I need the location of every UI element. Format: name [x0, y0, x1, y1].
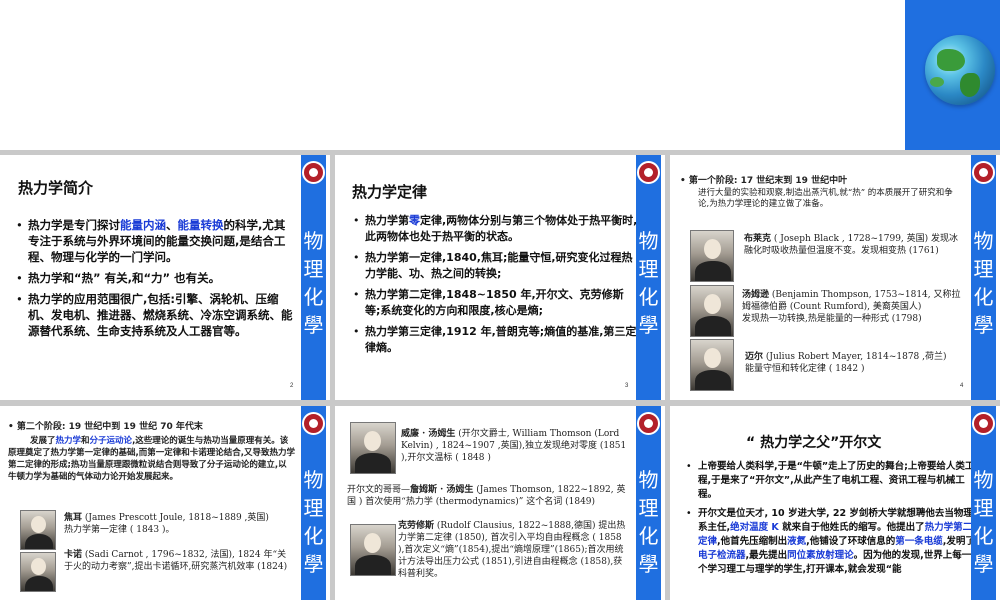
- sidebar-banner: 物理化學: [636, 155, 661, 400]
- bullet-item: 上帝要给人类科学,于是“牛顿”走上了历史的舞台;上帝要给人类工程,于是来了“开尔…: [686, 460, 980, 502]
- portrait-carnot: [20, 552, 56, 592]
- portrait-black: [690, 230, 734, 282]
- sidebar-banner: 物理化學: [971, 155, 996, 400]
- page-number: 2: [290, 383, 294, 389]
- portrait-thompson: [690, 285, 734, 337]
- stage-heading: • 第一个阶段: 17 世纪末到 19 世纪中叶: [680, 176, 848, 186]
- portrait-clausius: [350, 524, 396, 576]
- portrait-joule: [20, 510, 56, 550]
- portrait-mayer: [690, 339, 734, 391]
- top-blank-area: [0, 0, 1000, 150]
- slide-thumbnail-3[interactable]: 热力学定律 热力学第零定律,两物体分别与第三个物体处于热平衡时,此两物体也处于热…: [335, 155, 665, 400]
- sidebar-banner: 物理化學: [636, 406, 661, 600]
- slide-sorter-grid: 热力学简介 热力学是专门探讨能量内涵、能量转换的科学,尤其专注于系统与外界环境间…: [0, 150, 1000, 600]
- slide-title: 热力学定律: [352, 183, 428, 201]
- seal-icon: [637, 412, 660, 435]
- slide-thumbnail-4[interactable]: • 第一个阶段: 17 世纪末到 19 世纪中叶 进行大量的实验和观察,制造出蒸…: [670, 155, 1000, 400]
- bullet-item: 热力学第一定律,1840,焦耳;能量守恒,研究变化过程热力学能、功、热之间的转换…: [353, 250, 639, 282]
- bullet-list: 热力学第零定律,两物体分别与第三个物体处于热平衡时,此两物体也处于热平衡的状态。…: [351, 213, 639, 361]
- sidebar-banner: 物理化學: [301, 406, 326, 600]
- bullet-list: 热力学是专门探讨能量内涵、能量转换的科学,尤其专注于系统与外界环境间的能量交换问…: [14, 217, 296, 344]
- page-number: 3: [625, 383, 629, 389]
- page-number: 4: [960, 383, 964, 389]
- person-entry: 汤姆逊 (Benjamin Thompson, 1753~1814, 又称拉姆福…: [742, 290, 961, 324]
- seal-icon: [637, 161, 660, 184]
- person-entry: 迈尔 (Julius Robert Mayer, 1814~1878 ,荷兰) 能…: [745, 352, 947, 374]
- slide-thumbnail-6[interactable]: 威廉 · 汤姆生 (开尔文爵士, William Thomson (Lord K…: [335, 406, 665, 600]
- bullet-item: 开尔文是位天才, 10 岁进大学, 22 岁剑桥大学就想聘他去当物理系主任,绝对…: [686, 507, 980, 577]
- bullet-list: 上帝要给人类科学,于是“牛顿”走上了历史的舞台;上帝要给人类工程,于是来了“开尔…: [684, 460, 980, 582]
- bullet-item: 热力学第零定律,两物体分别与第三个物体处于热平衡时,此两物体也处于热平衡的状态。: [353, 213, 639, 245]
- sidebar-banner: 物理化學: [301, 155, 326, 400]
- globe-icon: [925, 35, 995, 105]
- stage-heading: • 第二个阶段: 19 世纪中到 19 世纪 70 年代末: [8, 422, 203, 432]
- sidebar-calligraphy: 物理化學: [303, 229, 324, 337]
- sidebar-banner: 物理化學: [971, 406, 996, 600]
- seal-icon: [972, 412, 995, 435]
- person-entry: 布莱克 ( Joseph Black , 1728~1799, 英国) 发现冰融…: [744, 234, 959, 256]
- sidebar-calligraphy: 物理化學: [973, 468, 994, 576]
- person-entry: 威廉 · 汤姆生 (开尔文爵士, William Thomson (Lord K…: [401, 429, 627, 463]
- slide-title: 热力学简介: [18, 179, 94, 197]
- person-entry: 焦耳 (James Prescott Joule, 1818~1889 ,英国)…: [64, 513, 269, 535]
- seal-icon: [302, 161, 325, 184]
- slide-thumbnail-2[interactable]: 热力学简介 热力学是专门探讨能量内涵、能量转换的科学,尤其专注于系统与外界环境间…: [0, 155, 330, 400]
- stage-intro: 进行大量的实验和观察,制造出蒸汽机,就“热” 的本质展开了研究和争论,为热力学理…: [698, 188, 953, 209]
- bullet-item: 热力学的应用范围很广,包括:引擎、涡轮机、压缩机、发电机、推进器、燃烧系统、冷冻…: [16, 291, 296, 339]
- slide-title: “ 热力学之父”开尔文: [746, 435, 882, 451]
- seal-icon: [302, 412, 325, 435]
- bullet-item: 热力学和“热” 有关,和“力” 也有关。: [16, 270, 296, 286]
- slide-thumbnail-7[interactable]: “ 热力学之父”开尔文 上帝要给人类科学,于是“牛顿”走上了历史的舞台;上帝要给…: [670, 406, 1000, 600]
- stage-intro: 发展了热力学和分子运动论,这些理论的诞生与热功当量原理有关。该原理奠定了热力学第…: [8, 436, 295, 482]
- sidebar-calligraphy: 物理化學: [638, 229, 659, 337]
- sidebar-calligraphy: 物理化學: [638, 468, 659, 576]
- brother-entry: 开尔文的哥哥—詹姆斯 · 汤姆生 (James Thomson, 1822~18…: [347, 485, 626, 507]
- sidebar-calligraphy: 物理化學: [973, 229, 994, 337]
- bullet-item: 热力学第二定律,1848~1850 年,开尔文、克劳修斯等;系统变化的方向和限度…: [353, 287, 639, 319]
- bullet-item: 热力学第三定律,1912 年,普朗克等;熵值的基准,第三定律熵。: [353, 324, 639, 356]
- slide-thumbnail-5[interactable]: • 第二个阶段: 19 世纪中到 19 世纪 70 年代末 发展了热力学和分子运…: [0, 406, 330, 600]
- sidebar-calligraphy: 物理化學: [303, 468, 324, 576]
- person-entry: 克劳修斯 (Rudolf Clausius, 1822~1888,德国) 提出热…: [398, 521, 626, 579]
- portrait-kelvin: [350, 422, 396, 474]
- person-entry: 卡诺 (Sadi Carnot , 1796~1832, 法国), 1824 年…: [64, 550, 288, 572]
- seal-icon: [972, 161, 995, 184]
- bullet-item: 热力学是专门探讨能量内涵、能量转换的科学,尤其专注于系统与外界环境间的能量交换问…: [16, 217, 296, 265]
